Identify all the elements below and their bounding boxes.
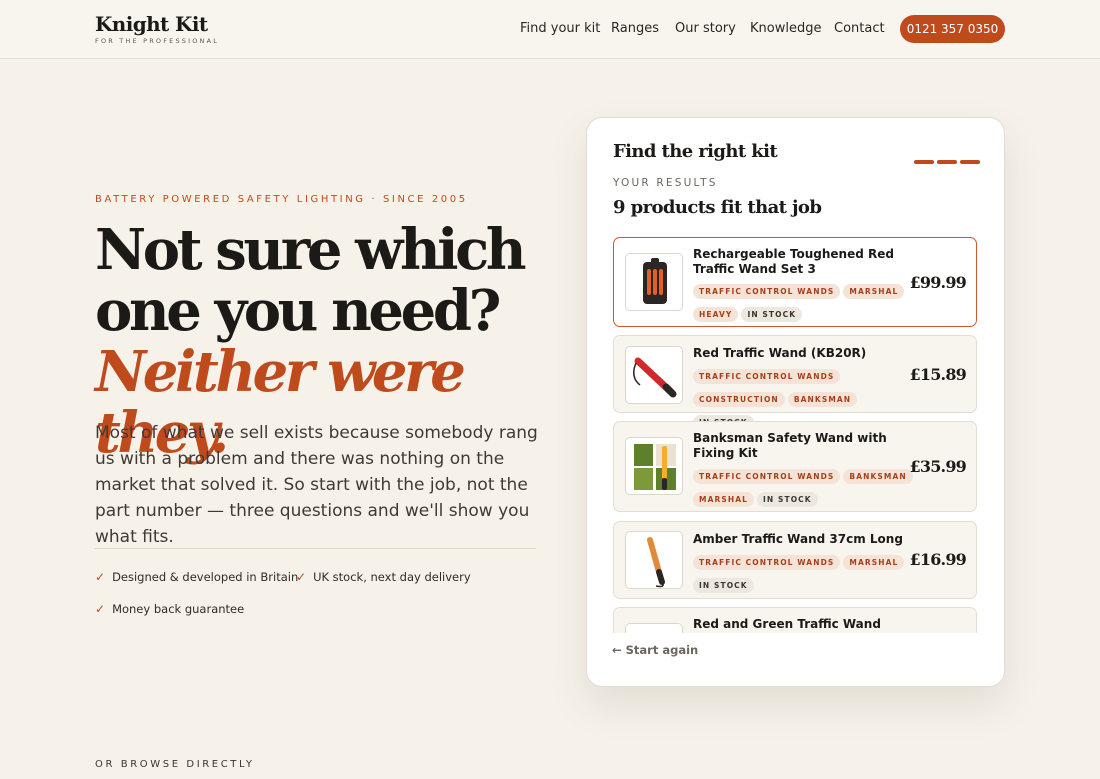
tag-badge: TRAFFIC CONTROL WANDS (693, 469, 841, 484)
site-header: Knight Kit FOR THE PROFESSIONAL Find you… (0, 0, 1100, 59)
start-again-link[interactable]: ← Start again (612, 643, 698, 657)
tag-badge: TRAFFIC CONTROL WANDS (693, 284, 841, 299)
product-card[interactable]: Banksman Safety Wand with Fixing Kit TRA… (613, 421, 977, 512)
logo-name: Knight Kit (95, 12, 208, 36)
tag-badge: TRAFFIC CONTROL WANDS (693, 369, 841, 384)
product-price: £35.99 (909, 457, 967, 476)
browse-directly-label: OR BROWSE DIRECTLY (95, 759, 255, 770)
kit-finder-card: Find the right kit YOUR RESULTS 9 produc… (586, 117, 1005, 687)
tag-badge: CONSTRUCTION (693, 392, 785, 407)
nav-ranges[interactable]: Ranges (611, 20, 659, 38)
product-tags: TRAFFIC CONTROL WANDS MARSHAL HEAVY IN STOC… (693, 281, 918, 327)
logo-tagline: FOR THE PROFESSIONAL (95, 37, 220, 45)
check-icon: ✓ (95, 602, 106, 616)
amber-wand-icon (625, 531, 683, 589)
feature-item: ✓ Designed & developed in Britain (95, 569, 298, 585)
product-name: Rechargeable Toughened Red Traffic Wand … (693, 247, 894, 276)
results-count: 9 products fit that job (613, 197, 822, 218)
divider (95, 548, 536, 549)
product-name: Red and Green Traffic Wand Long (693, 617, 881, 633)
check-icon: ✓ (296, 570, 307, 584)
product-name: Amber Traffic Wand 37cm Long (693, 532, 903, 546)
product-card[interactable]: Red Traffic Wand (KB20R) TRAFFIC CONTROL… (613, 335, 977, 430)
red-wand-icon (625, 346, 683, 404)
progress-step (960, 160, 980, 164)
product-name: Red Traffic Wand (KB20R) (693, 346, 867, 360)
product-price: £16.99 (909, 550, 967, 569)
hero-lede: Most of what we sell exists because some… (95, 423, 538, 547)
logo[interactable]: Knight Kit FOR THE PROFESSIONAL (95, 13, 219, 45)
headline-main: Not sure which one you need? (95, 217, 527, 344)
hero-eyebrow: BATTERY POWERED SAFETY LIGHTING · SINCE … (95, 194, 468, 205)
feature-label: Money back guarantee (112, 602, 245, 616)
stock-badge: IN STOCK (741, 307, 803, 322)
stock-badge: IN STOCK (693, 578, 754, 593)
feature-item: ✓ UK stock, next day delivery (296, 569, 471, 585)
nav-find-your-kit[interactable]: Find your kit (520, 20, 600, 38)
product-card[interactable]: Red and Green Traffic Wand Long (613, 607, 977, 633)
red-green-wand-icon (625, 623, 683, 633)
progress-step (937, 160, 957, 164)
finder-title: Find the right kit (613, 141, 778, 162)
wand-set-icon (625, 253, 683, 311)
nav-our-story[interactable]: Our story (675, 20, 736, 38)
progress-step (914, 160, 934, 164)
feature-label: UK stock, next day delivery (313, 570, 471, 584)
product-tags: TRAFFIC CONTROL WANDS MARSHAL IN STOCK (693, 552, 918, 598)
product-price: £99.99 (909, 273, 967, 292)
step-progress (911, 151, 980, 169)
stock-badge: IN STOCK (757, 492, 818, 507)
tag-badge: MARSHAL (843, 284, 905, 299)
nav-contact[interactable]: Contact (834, 20, 885, 38)
feature-label: Designed & developed in Britain (112, 570, 299, 584)
results-list[interactable]: Rechargeable Toughened Red Traffic Wand … (613, 237, 977, 633)
tag-badge: TRAFFIC CONTROL WANDS (693, 555, 841, 570)
tag-badge: BANKSMAN (787, 392, 858, 407)
banksman-wand-icon (625, 437, 683, 495)
tag-badge: MARSHAL (843, 555, 905, 570)
tag-badge: MARSHAL (693, 492, 755, 507)
product-name: Banksman Safety Wand with Fixing Kit (693, 431, 887, 460)
product-card[interactable]: Rechargeable Toughened Red Traffic Wand … (613, 237, 977, 327)
check-icon: ✓ (95, 570, 106, 584)
product-card[interactable]: Amber Traffic Wand 37cm Long TRAFFIC CON… (613, 521, 977, 599)
tag-badge: HEAVY (693, 307, 739, 322)
phone-button[interactable]: 0121 357 0350 (900, 15, 1005, 43)
tag-badge: BANKSMAN (843, 469, 913, 484)
product-tags: TRAFFIC CONTROL WANDS BANKSMAN MARSHAL IN S… (693, 466, 918, 512)
results-label: YOUR RESULTS (613, 177, 718, 189)
nav-knowledge[interactable]: Knowledge (750, 20, 821, 38)
feature-item: ✓ Money back guarantee (95, 601, 244, 617)
product-price: £15.89 (909, 365, 967, 384)
